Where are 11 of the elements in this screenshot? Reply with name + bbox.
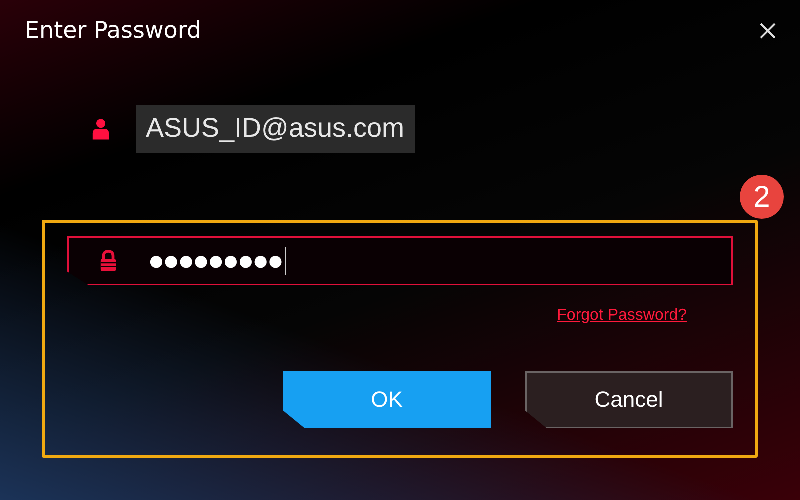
password-dots: ●●●●●●●●● xyxy=(148,244,282,278)
forgot-password-link[interactable]: Forgot Password? xyxy=(557,304,687,328)
close-icon[interactable] xyxy=(758,21,778,42)
lock-icon xyxy=(99,248,118,272)
user-icon xyxy=(92,118,110,140)
step-badge: 2 xyxy=(740,175,784,219)
account-field: ASUS_ID@asus.com xyxy=(136,104,414,152)
password-field[interactable]: ●●●●●●●●● xyxy=(67,236,733,286)
text-cursor xyxy=(285,246,286,274)
window-title: Enter Password xyxy=(25,17,202,46)
cancel-button[interactable]: Cancel xyxy=(525,370,733,428)
